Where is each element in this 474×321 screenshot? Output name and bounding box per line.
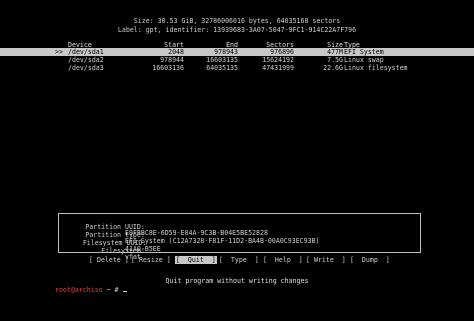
cursor <box>122 291 127 292</box>
partition-row-sda1[interactable]: >> /dev/sda1 2048 978943 976896 477M EFI… <box>0 48 474 56</box>
partition-end: 64035135 <box>206 64 238 72</box>
write-button[interactable]: [ Write ] <box>306 257 346 264</box>
terminal-window: Size: 30.53 GiB, 32786006016 bytes, 6403… <box>0 0 474 321</box>
quit-button[interactable]: [ Quit ] <box>175 256 217 264</box>
prompt-suffix: ~ # <box>102 286 123 294</box>
help-button[interactable]: [ Help ] <box>263 257 303 264</box>
action-menu: [ Delete ] [ Resize ] [ Quit ] [ Type ] … <box>0 256 474 265</box>
info-value: EFI System (C12A7328-F81F-11D2-BA4B-00A0… <box>125 237 320 246</box>
partition-type: EFI System <box>344 48 384 56</box>
type-button[interactable]: [ Type ] <box>219 257 259 264</box>
partition-type: Linux swap <box>344 56 384 64</box>
partition-type: Linux filesystem <box>344 64 408 72</box>
partition-row-sda2[interactable]: /dev/sda2 978944 16603135 15624192 7.5G … <box>0 56 474 64</box>
partition-row-sda3[interactable]: /dev/sda3 16603136 64035135 47431999 22.… <box>0 64 474 72</box>
partition-end: 16603135 <box>206 56 238 64</box>
partition-sectors: 976896 <box>270 48 294 56</box>
prompt-user-host: root@archiso <box>55 286 103 294</box>
status-message: Quit program without writing changes <box>165 277 309 285</box>
disk-size-line: Size: 30.53 GiB, 32786006016 bytes, 6403… <box>133 17 341 25</box>
shell-prompt: root@archiso ~ # <box>55 287 127 294</box>
disk-label-line: Label: gpt, identifier: 13939683-3A07-50… <box>117 26 357 34</box>
partition-info-box: Partition UUID: E9FBBC8E-6D59-E04A-9C3B-… <box>58 213 421 260</box>
partition-sectors: 15624192 <box>262 56 294 64</box>
partition-end: 978943 <box>214 48 238 56</box>
partition-device: /dev/sda3 <box>68 64 104 72</box>
partition-start: 978944 <box>160 56 184 64</box>
partition-size: 22.6G <box>323 64 343 72</box>
partition-start: 16603136 <box>152 64 184 72</box>
selection-marker: >> <box>55 48 63 56</box>
partition-size: 477M <box>327 48 343 56</box>
partition-device: /dev/sda1 <box>68 48 104 56</box>
partition-sectors: 47431999 <box>262 64 294 72</box>
partition-size: 7.5G <box>327 56 343 64</box>
delete-button[interactable]: [ Delete ] <box>89 257 129 264</box>
info-value: E9FBBC8E-6D59-E04A-9C3B-B04E5BE52828 <box>125 229 268 238</box>
dump-button[interactable]: [ Dump ] <box>350 257 390 264</box>
partition-start: 2048 <box>168 48 184 56</box>
partition-device: /dev/sda2 <box>68 56 104 64</box>
resize-button[interactable]: [ Resize ] <box>131 257 171 264</box>
